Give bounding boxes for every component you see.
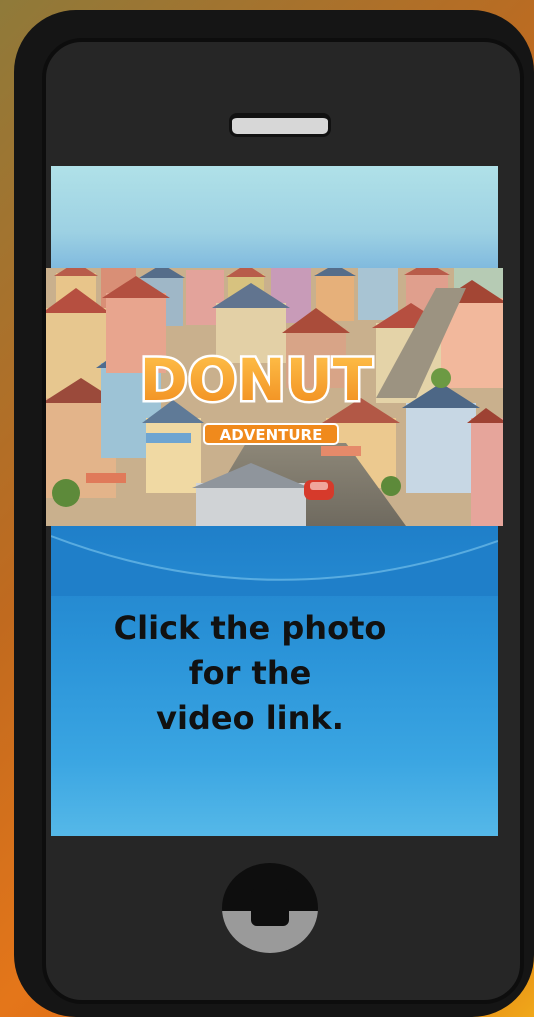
home-button-square (251, 888, 289, 926)
caption-line-2: for the (188, 654, 312, 692)
home-button-icon[interactable] (222, 863, 318, 953)
logo-subtitle: ADVENTURE (220, 426, 323, 444)
screen-sky-band (51, 166, 498, 276)
video-thumbnail-photo[interactable]: DONUT ADVENTURE (46, 268, 503, 526)
screen-wave (51, 535, 498, 596)
speaker-grille (229, 113, 331, 137)
logo-title: DONUT (140, 346, 373, 414)
instruction-caption: Click the photo for the video link. (60, 606, 440, 741)
caption-line-3: video link. (156, 699, 344, 737)
caption-line-1: Click the photo (113, 609, 387, 647)
